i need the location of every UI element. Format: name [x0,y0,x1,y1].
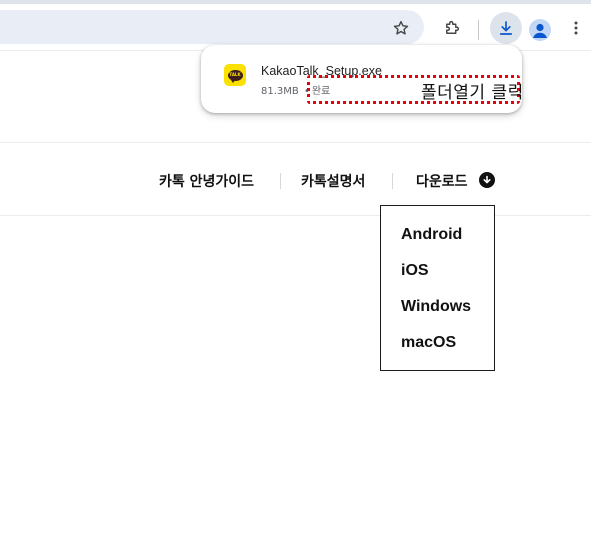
option-android[interactable]: Android [401,226,462,244]
app-icon-text: TALK [229,72,241,77]
kakaotalk-app-icon: TALK [224,64,246,86]
address-bar[interactable] [0,10,424,44]
nav-separator [280,173,281,189]
option-macos[interactable]: macOS [401,334,456,352]
browser-menu-button[interactable] [561,13,591,43]
nav-separator [392,173,393,189]
nav-download[interactable]: 다운로드 [416,171,468,191]
download-circle-icon[interactable] [479,172,495,188]
option-windows[interactable]: Windows [401,298,471,316]
download-icon [499,21,513,35]
nav-divider [0,215,591,216]
browser-toolbar [0,4,591,50]
profile-button[interactable] [529,19,551,41]
toolbar-separator [478,20,479,40]
star-icon [393,20,409,35]
arrow-down-icon [483,175,491,184]
annotation-label: 폴더열기 클릭 [421,83,524,103]
download-os-dropdown: Android iOS Windows macOS [380,205,495,371]
nav-kakao-manual[interactable]: 카톡설명서 [301,171,365,191]
bookmark-star-button[interactable] [386,13,416,43]
site-nav: 카톡 안녕가이드 카톡설명서 다운로드 [0,166,591,196]
extensions-button[interactable] [437,13,467,43]
kebab-menu-icon [574,21,578,35]
option-ios[interactable]: iOS [401,262,429,280]
download-size: 81.3MB [261,86,299,97]
nav-kakao-guide[interactable]: 카톡 안녕가이드 [159,171,254,191]
profile-icon [533,23,547,38]
header-divider [0,142,591,143]
downloads-button[interactable] [490,12,522,44]
speech-bubble-icon: TALK [227,69,243,83]
puzzle-icon [446,20,460,34]
